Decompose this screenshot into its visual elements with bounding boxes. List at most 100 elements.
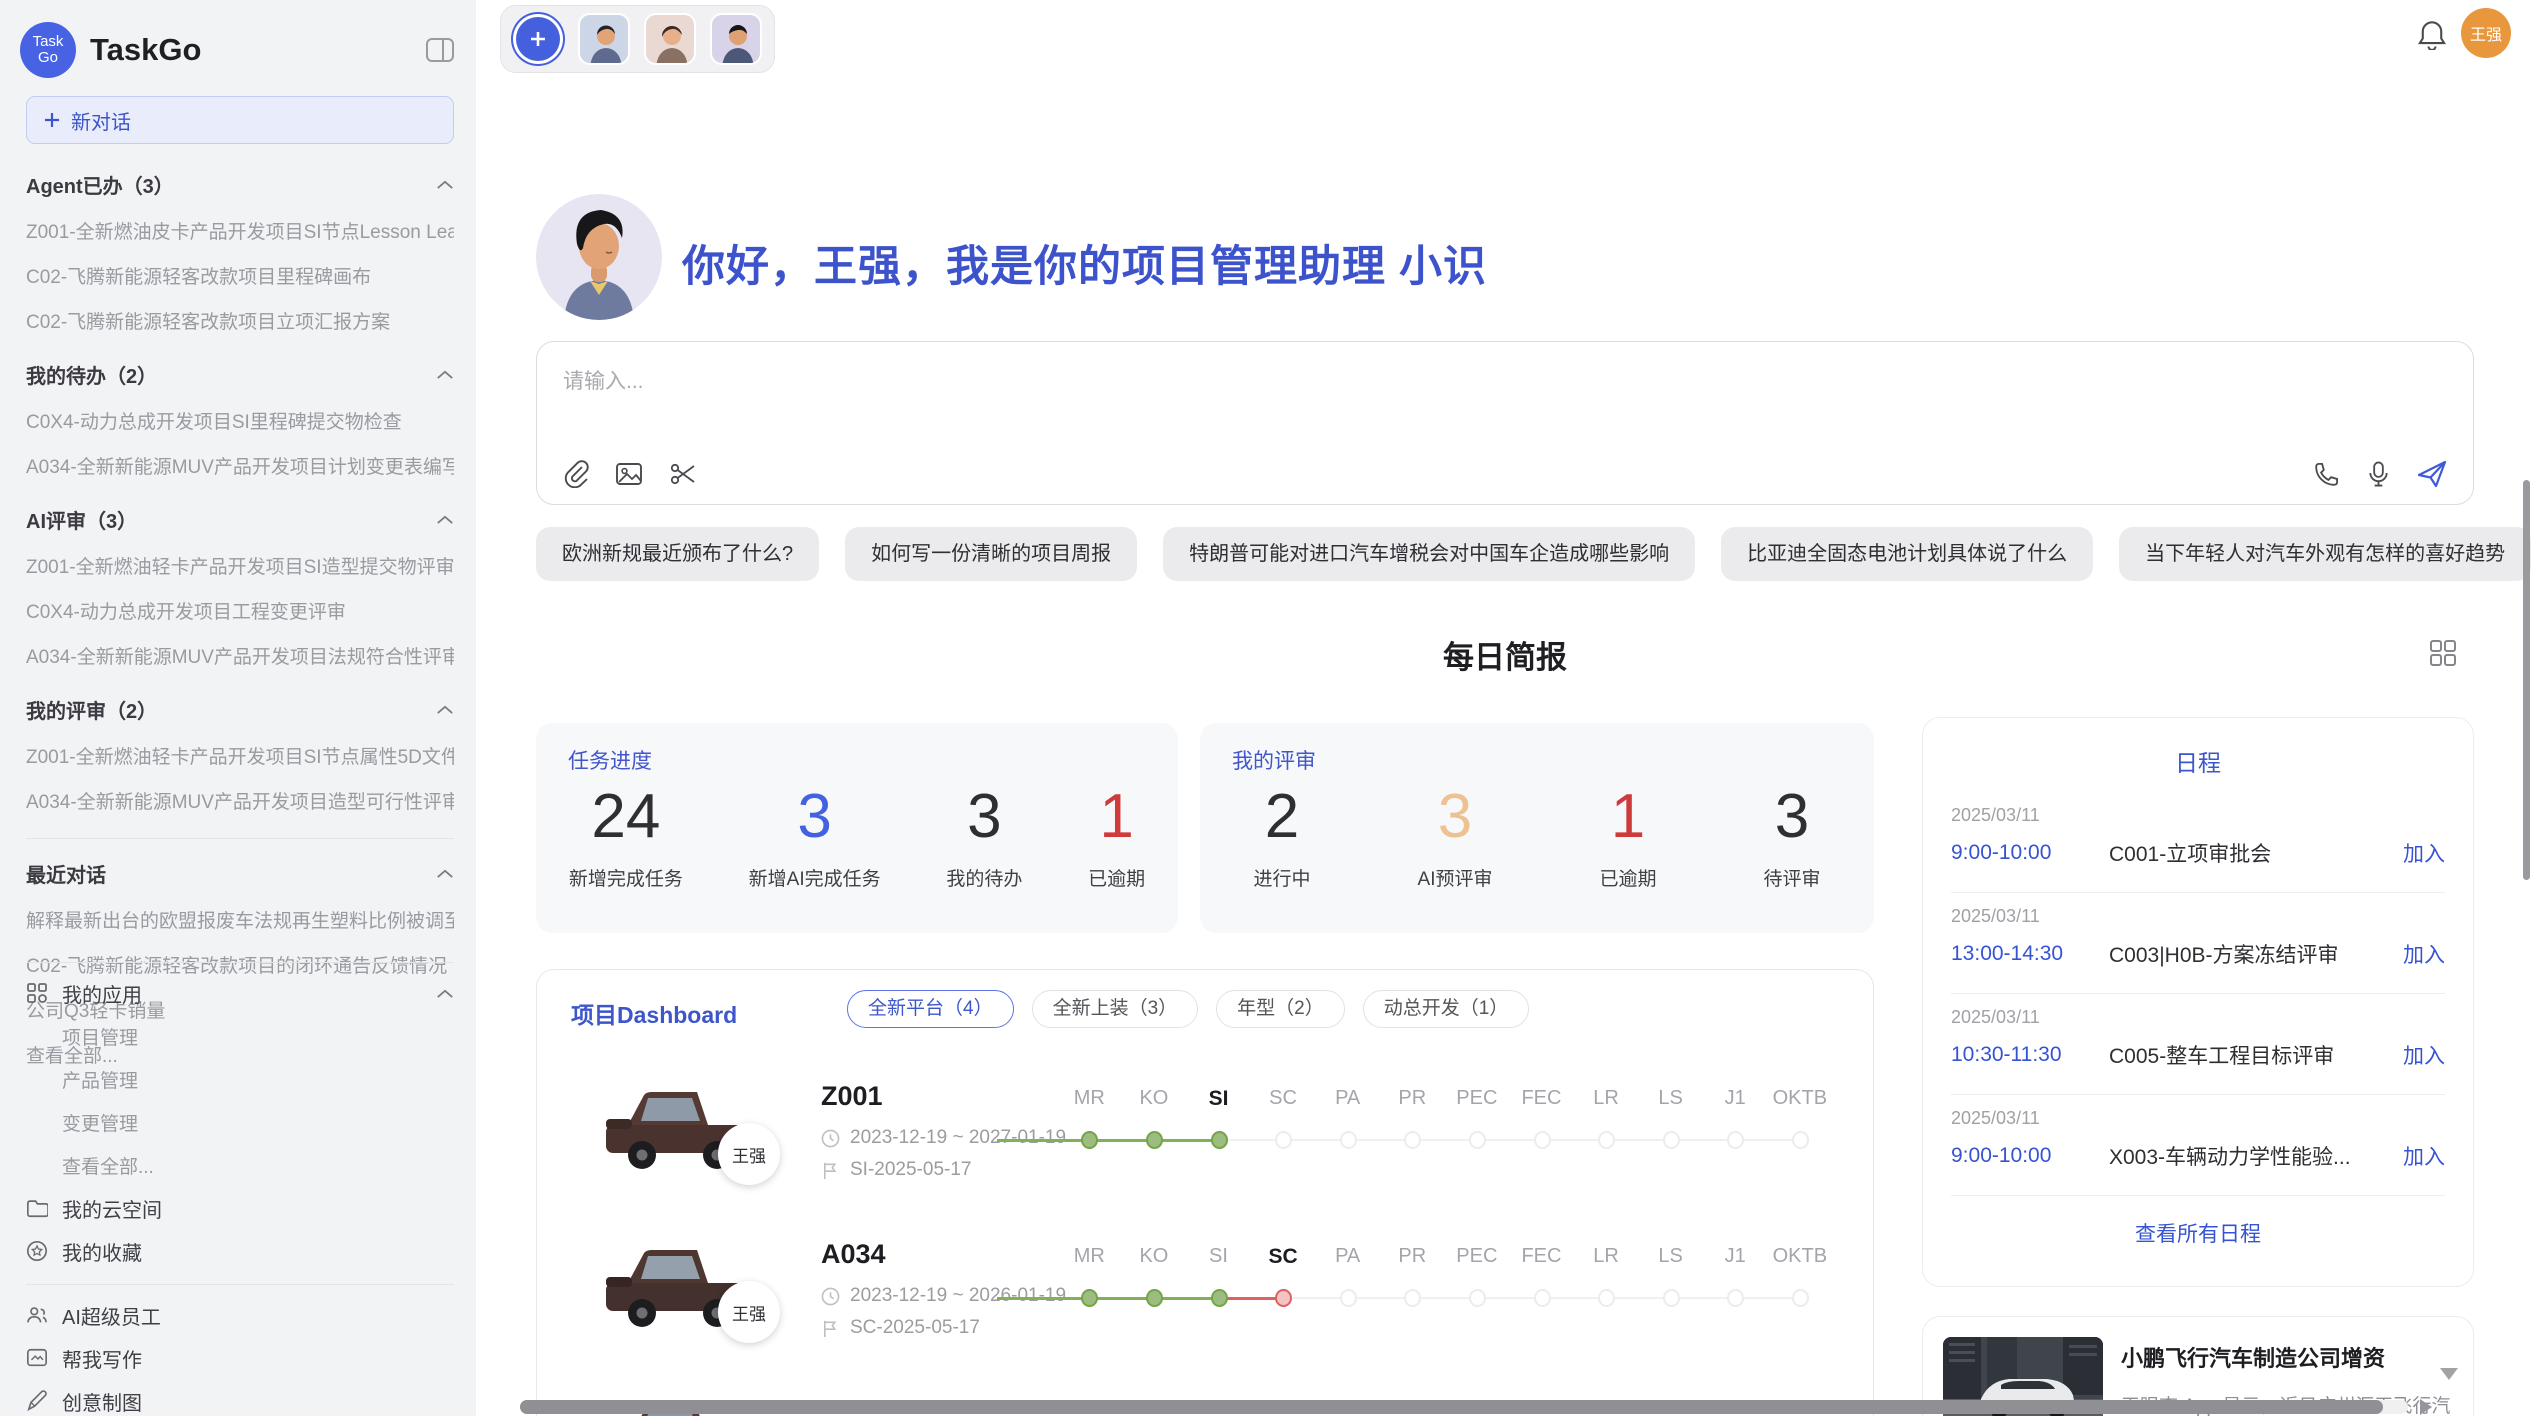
sidebar-chat-item[interactable]: A034-全新新能源MUV产品开发项目法规符合性评审 <box>26 642 454 669</box>
sidebar-item-product-mgmt[interactable]: 产品管理 <box>0 1066 476 1092</box>
section-header-my-review[interactable]: 我的评审（2） <box>26 695 454 724</box>
image-icon[interactable] <box>615 461 643 487</box>
filter-tab-powertrain[interactable]: 动总开发（1） <box>1363 990 1530 1028</box>
suggestion-chip[interactable]: 比亚迪全固态电池计划具体说了什么 <box>1721 527 2093 581</box>
news-title: 小鹏飞行汽车制造公司增资 <box>2121 1341 2451 1373</box>
section-header-ai-review[interactable]: AI评审（3） <box>26 505 454 534</box>
sidebar-chat-item[interactable]: C02-飞腾新能源轻客改款项目里程碑画布 <box>26 262 454 289</box>
session-avatar-tab[interactable] <box>644 13 696 65</box>
schedule-item-row: 10:30-11:30 C005-整车工程目标评审 加入 <box>1951 1040 2445 1070</box>
section-header-recent-chats[interactable]: 最近对话 <box>26 859 454 888</box>
flag-icon <box>821 1161 840 1180</box>
milestone-dot-done <box>1081 1131 1098 1149</box>
sidebar-chat-item[interactable]: A034-全新新能源MUV产品开发项目计划变更表编写 <box>26 452 454 479</box>
sidebar-item-ai-super-staff[interactable]: AI超级员工 <box>0 1302 476 1328</box>
sidebar-chat-item[interactable]: Z001-全新燃油皮卡产品开发项目SI节点Lesson Learn报告 <box>26 217 454 244</box>
sidebar-item-my-apps[interactable]: 我的应用 <box>0 980 476 1006</box>
horizontal-scrollbar-thumb[interactable] <box>520 1400 2383 1414</box>
sidebar-item-cloud-space[interactable]: 我的云空间 <box>0 1195 476 1221</box>
filter-tab-body[interactable]: 全新上装（3） <box>1032 990 1199 1028</box>
section-title: AI评审（3） <box>26 505 137 534</box>
session-avatar-tab[interactable] <box>710 13 762 65</box>
sidebar-bottom: 我的应用 项目管理 产品管理 变更管理 查看全部... 我的云空间 我的收藏 A… <box>0 962 476 1414</box>
project-code: A034 <box>821 1239 886 1270</box>
filter-tab-year[interactable]: 年型（2） <box>1216 990 1345 1028</box>
horizontal-scrollbar-track[interactable] <box>520 1400 2408 1414</box>
suggestion-chip[interactable]: 欧洲新规最近颁布了什么? <box>536 527 819 581</box>
schedule-item: 2025/03/11 13:00-14:30 C003|H0B-方案冻结评审 加… <box>1951 893 2445 994</box>
sidebar-item-project-mgmt[interactable]: 项目管理 <box>0 1023 476 1049</box>
join-meeting-link[interactable]: 加入 <box>2403 1040 2445 1070</box>
phone-call-icon[interactable] <box>2313 461 2340 488</box>
milestone-label: LR <box>1574 1245 1639 1269</box>
sidebar-chat-item[interactable]: A034-全新新能源MUV产品开发项目造型可行性评审 <box>26 787 454 814</box>
layout-grid-icon[interactable] <box>2428 638 2458 668</box>
divider <box>26 1284 454 1285</box>
section-title: Agent已办（3） <box>26 170 174 199</box>
notification-bell-icon[interactable] <box>2418 20 2446 50</box>
sidebar-chat-item[interactable]: 解释最新出台的欧盟报废车法规再生塑料比例被调至15%... <box>26 906 454 933</box>
new-chat-label: 新对话 <box>71 106 131 135</box>
sidebar-item-creative-draw[interactable]: 创意制图 <box>0 1388 476 1414</box>
suggestion-chip[interactable]: 如何写一份清晰的项目周报 <box>845 527 1137 581</box>
view-all-schedule-link[interactable]: 查看所有日程 <box>1923 1218 2473 1248</box>
schedule-date: 2025/03/11 <box>1951 1007 2445 1028</box>
chat-input[interactable] <box>563 360 1963 404</box>
project-row[interactable]: 王强 Z001 2023-12-19 ~ 2027-01-19 SI-2025-… <box>600 1075 1852 1225</box>
daily-briefing-title: 每日简报 <box>536 632 2474 677</box>
greeting-text: 你好，王强，我是你的项目管理助理 小识 <box>682 232 1487 294</box>
join-meeting-link[interactable]: 加入 <box>2403 1141 2445 1171</box>
session-avatar-tab[interactable] <box>578 13 630 65</box>
collapse-sidebar-icon[interactable] <box>426 38 454 62</box>
schedule-time: 9:00-10:00 <box>1951 1144 2109 1168</box>
milestone-dot <box>1340 1289 1357 1307</box>
logo-line1: Task <box>33 34 64 50</box>
user-avatar[interactable]: 王强 <box>2461 8 2511 58</box>
sidebar-item-change-mgmt[interactable]: 变更管理 <box>0 1109 476 1135</box>
sidebar-chat-item[interactable]: Z001-全新燃油轻卡产品开发项目SI造型提交物评审 <box>26 552 454 579</box>
flag-icon <box>821 1319 840 1338</box>
cloud-folder-icon <box>26 1197 48 1219</box>
app-title: TaskGo <box>90 32 201 68</box>
sidebar-item-favorites[interactable]: 我的收藏 <box>0 1238 476 1264</box>
send-icon[interactable] <box>2417 460 2447 488</box>
sidebar: Task Go TaskGo 新对话 Agent已办（3） Z001-全新燃油皮… <box>0 0 476 1416</box>
milestone-labels: MR KO SI SC PA PR PEC FEC LR LS J1 OKTB <box>1057 1087 1857 1111</box>
milestone-dot <box>1404 1289 1421 1307</box>
view-all-apps-link[interactable]: 查看全部... <box>0 1152 476 1178</box>
milestone-dot <box>1275 1131 1292 1149</box>
suggestion-chip[interactable]: 特朗普可能对进口汽车增税会对中国车企造成哪些影响 <box>1163 527 1695 581</box>
new-chat-button[interactable]: 新对话 <box>26 96 454 144</box>
people-icon <box>26 1304 48 1326</box>
sidebar-chat-item[interactable]: C0X4-动力总成开发项目工程变更评审 <box>26 597 454 624</box>
suggestion-chip[interactable]: 当下年轻人对汽车外观有怎样的喜好趋势 <box>2119 527 2531 581</box>
attachment-icon[interactable] <box>563 460 589 488</box>
scissors-icon[interactable] <box>669 461 697 487</box>
sidebar-chat-item[interactable]: C02-飞腾新能源轻客改款项目立项汇报方案 <box>26 307 454 334</box>
join-meeting-link[interactable]: 加入 <box>2403 939 2445 969</box>
scroll-down-arrow[interactable] <box>2440 1368 2458 1380</box>
cloud-space-label: 我的云空间 <box>62 1194 162 1223</box>
join-meeting-link[interactable]: 加入 <box>2403 838 2445 868</box>
vertical-scrollbar-thumb[interactable] <box>2523 480 2530 880</box>
stat-value: 3 <box>946 781 1022 852</box>
scroll-right-arrow[interactable] <box>2420 1399 2432 1415</box>
section-header-agent-done[interactable]: Agent已办（3） <box>26 170 454 199</box>
stat-value: 1 <box>1088 781 1145 852</box>
project-row[interactable]: 王强 A034 2023-12-19 ~ 2026-01-19 SC-2025-… <box>600 1233 1852 1383</box>
milestone-label-current: SI <box>1186 1087 1251 1111</box>
chevron-up-icon <box>436 988 454 999</box>
new-session-button[interactable] <box>516 17 560 61</box>
filter-tab-platform[interactable]: 全新平台（4） <box>847 990 1014 1028</box>
sidebar-chat-item[interactable]: Z001-全新燃油轻卡产品开发项目SI节点属性5D文件评审 <box>26 742 454 769</box>
stat-label: 新增AI完成任务 <box>749 864 881 891</box>
project-dashboard-card: 项目Dashboard 全新平台（4） 全新上装（3） 年型（2） 动总开发（1… <box>536 969 1874 1416</box>
milestone-label: FEC <box>1509 1245 1574 1269</box>
microphone-icon[interactable] <box>2366 460 2391 488</box>
milestone-dot <box>1598 1289 1615 1307</box>
plus-icon <box>528 29 548 49</box>
sidebar-item-help-write[interactable]: 帮我写作 <box>0 1345 476 1371</box>
section-header-my-todo[interactable]: 我的待办（2） <box>26 360 454 389</box>
sidebar-chat-item[interactable]: C0X4-动力总成开发项目SI里程碑提交物检查 <box>26 407 454 434</box>
project-flag: SI-2025-05-17 <box>821 1159 971 1181</box>
